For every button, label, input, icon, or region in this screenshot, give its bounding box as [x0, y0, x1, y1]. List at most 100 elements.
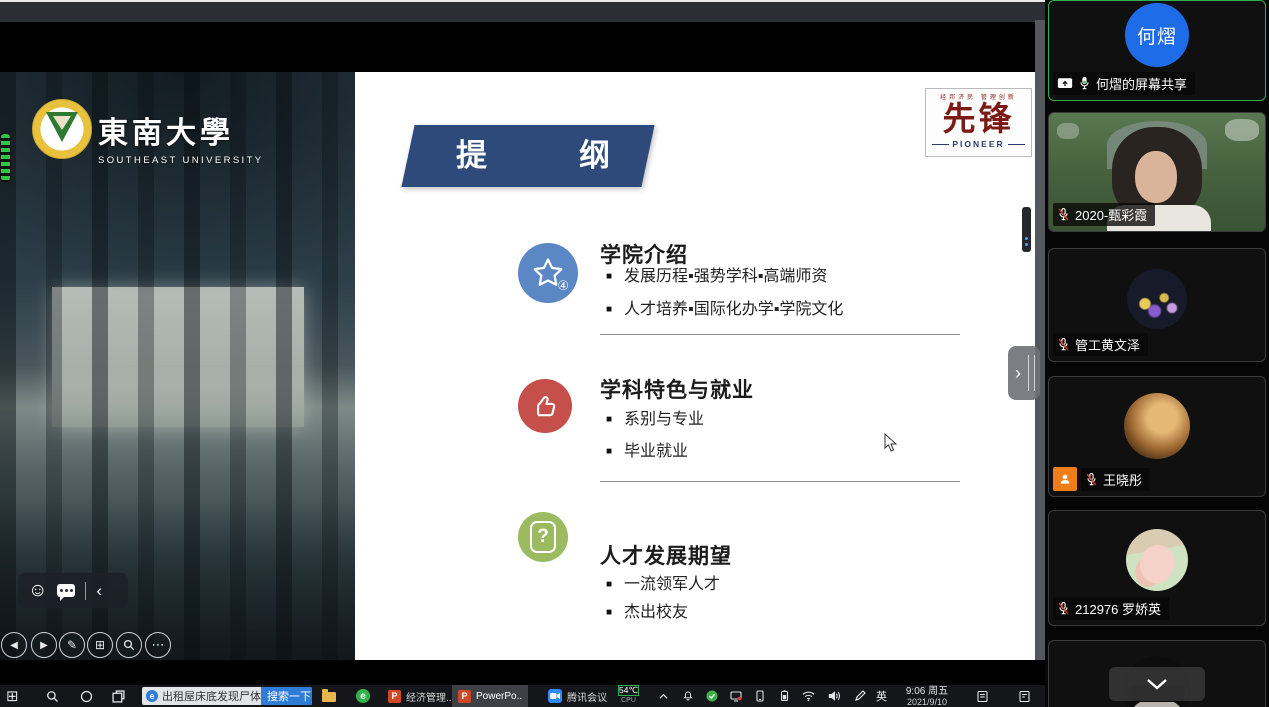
section-heading: 学科特色与就业 [600, 374, 978, 404]
scroll-down-button[interactable] [1109, 667, 1205, 701]
participant-tile[interactable]: 2020-甄彩霞 [1048, 112, 1266, 232]
mic-muted-icon [1057, 337, 1070, 352]
participant-label: 管工黄文泽 [1053, 333, 1148, 356]
phone-icon [754, 690, 766, 702]
battery-tray-icon[interactable] [778, 685, 791, 707]
university-name-zh: 東南大學 [98, 108, 264, 152]
powerpoint-icon: P [458, 690, 471, 703]
speaker-icon [828, 690, 841, 702]
chevron-right-icon: › [1015, 363, 1021, 384]
participant-name: 管工黄文泽 [1075, 335, 1140, 354]
screen-share-region: 東南大學 SOUTHEAST UNIVERSITY 提纲 经邦济民 管理创新 先… [0, 0, 1045, 707]
taskbar-search-box[interactable]: e 出租屋床底发现尸体 搜索一下 [142, 687, 312, 705]
phone-link-tray-icon[interactable] [754, 685, 766, 707]
browser-e-icon: e [146, 690, 158, 702]
pig-avatar-art [1135, 541, 1179, 588]
taskbar-clock[interactable]: 9:06 周五 2021/9/10 [898, 685, 956, 707]
clock-date: 2021/9/10 [907, 697, 947, 707]
university-name-en: SOUTHEAST UNIVERSITY [98, 155, 264, 166]
green-browser-button[interactable]: e [356, 685, 370, 707]
search-go-button[interactable]: 搜索一下 [261, 687, 312, 705]
participant-label: 王晓彤 [1081, 468, 1150, 491]
taskbar-search-button[interactable] [46, 685, 59, 707]
section-divider [600, 481, 960, 482]
meeting-window: 東南大學 SOUTHEAST UNIVERSITY 提纲 经邦济民 管理创新 先… [0, 0, 1269, 707]
question-icon: ? [518, 512, 568, 562]
windows-taskbar: ⊞ e 出租屋床底发现尸体 搜索一下 [0, 685, 1045, 707]
grid-view-button[interactable]: ⊞ [87, 632, 113, 658]
zoom-button[interactable] [116, 632, 142, 658]
action-center-button[interactable] [1018, 685, 1031, 707]
participant-name: 212976 罗娇英 [1075, 599, 1161, 618]
emoji-icon[interactable]: ☺ [28, 581, 47, 600]
file-explorer-button[interactable] [322, 685, 336, 707]
mini-scrollbar[interactable] [1022, 207, 1031, 252]
participant-tile-sharer[interactable]: 何熠 何熠的屏幕共享 [1048, 0, 1266, 101]
app-label: 经济管理... [406, 689, 452, 704]
next-slide-button[interactable]: ▶ [31, 632, 57, 658]
pioneer-name: 先锋 [926, 101, 1031, 137]
monitor-icon [730, 690, 742, 702]
pen-icon [854, 690, 866, 702]
annotate-pencil-button[interactable]: ✎ [59, 632, 85, 658]
mic-muted-icon [1057, 207, 1070, 222]
reaction-toolbar: ☺ ‹ [18, 573, 128, 608]
avatar [1126, 529, 1188, 591]
participant-tile[interactable]: 管工黄文泽 [1048, 248, 1266, 362]
tencent-meeting-icon [548, 689, 562, 703]
tray-expand-button[interactable] [658, 685, 669, 707]
section-talent-expectation: ? 人才发展期望 一流领军人才 杰出校友 [518, 523, 978, 588]
seu-seal-logo [32, 99, 92, 159]
collapse-toolbar-icon[interactable]: ‹ [96, 582, 102, 599]
bullet-item: 系别与专业 [606, 405, 704, 429]
notification-bell[interactable] [682, 685, 694, 707]
task-view-icon [112, 690, 125, 703]
pen-tray-icon[interactable] [854, 685, 866, 707]
thumbs-up-icon [518, 379, 572, 433]
bullet-item: 一流领军人才 [606, 570, 720, 594]
start-button[interactable]: ⊞ [6, 685, 19, 707]
participant-tile[interactable]: 王晓彤 [1048, 376, 1266, 497]
drag-grip [1028, 355, 1035, 391]
search-query-text[interactable]: 出租屋床底发现尸体 [162, 688, 261, 704]
security-tray-icon[interactable] [706, 685, 718, 707]
audio-level-meter [0, 133, 11, 182]
taskbar-app-tencent-meeting[interactable]: 腾讯会议 [548, 685, 607, 707]
danmaku-chat-icon[interactable] [57, 584, 75, 597]
star-icon: ④ [518, 243, 578, 303]
folder-icon [322, 692, 336, 702]
temperature-widget[interactable]: 54℃ CPU [618, 685, 639, 707]
presentation-slide: 東南大學 SOUTHEAST UNIVERSITY 提纲 经邦济民 管理创新 先… [0, 72, 1035, 660]
ime-language-indicator[interactable]: 英 [876, 685, 887, 707]
mouse-cursor [884, 433, 898, 453]
wifi-tray-icon[interactable] [802, 685, 815, 707]
question-glyph: ? [530, 521, 556, 553]
more-controls-button[interactable]: ⋯ [145, 632, 171, 658]
volume-tray-icon[interactable] [828, 685, 841, 707]
participant-tile[interactable] [1048, 640, 1266, 707]
mic-muted-icon [1085, 472, 1098, 487]
person-icon [1058, 472, 1072, 486]
search-icon [46, 690, 59, 703]
taskbar-app-ppt-file[interactable]: P 经济管理... [388, 685, 452, 707]
section-discipline-jobs: 学科特色与就业 系别与专业 毕业就业 [518, 357, 978, 422]
task-view-button[interactable] [112, 685, 125, 707]
share-titlebar [0, 0, 1045, 22]
screen-share-icon [1057, 77, 1073, 90]
green-e-browser-icon: e [356, 689, 370, 703]
bullet-item: 毕业就业 [606, 437, 688, 461]
prev-slide-button[interactable]: ◀ [1, 632, 27, 658]
screen-record-tray-icon[interactable] [730, 685, 742, 707]
powerpoint-icon: P [388, 690, 401, 703]
participant-tile[interactable]: 212976 罗娇英 [1048, 510, 1266, 626]
notes-tray-button[interactable] [976, 685, 989, 707]
cortana-button[interactable] [80, 685, 93, 707]
sidebar-expand-handle[interactable]: › [1008, 346, 1040, 400]
participants-sidebar: 何熠 何熠的屏幕共享 [1045, 0, 1269, 707]
cpu-temp-value: 54℃ [618, 685, 639, 696]
action-center-icon [1018, 690, 1031, 703]
participant-label: 何熠的屏幕共享 [1053, 72, 1195, 95]
chevron-down-icon [1146, 678, 1168, 690]
taskbar-app-powerpoint-active[interactable]: P PowerPo... [452, 685, 528, 707]
section-heading: 人才发展期望 [600, 540, 978, 570]
